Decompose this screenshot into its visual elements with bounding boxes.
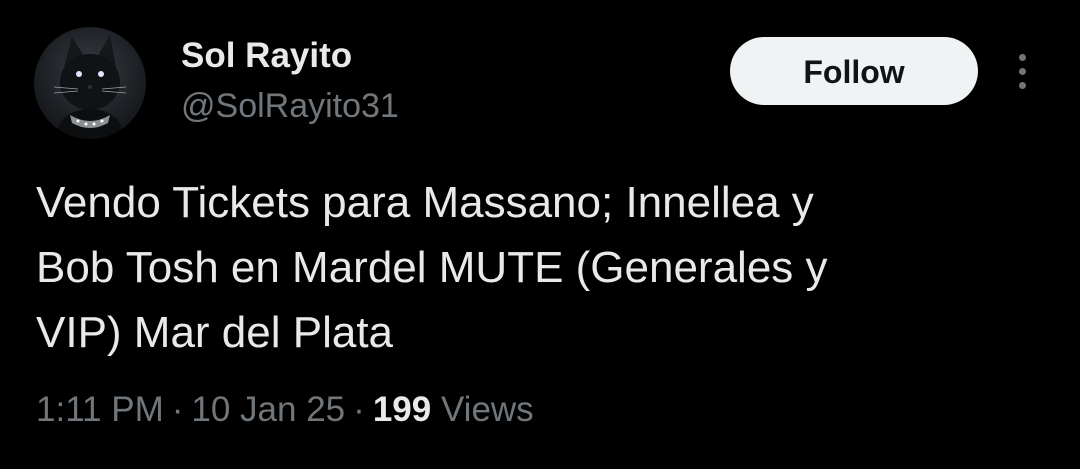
follow-button[interactable]: Follow [730,37,978,105]
author-handle[interactable]: @SolRayito31 [181,86,399,126]
tweet-time[interactable]: 1:11 PM [36,390,164,429]
avatar[interactable] [34,27,146,139]
tweet-meta: 1:11 PM · 10 Jan 25 · 199 Views [36,388,534,432]
more-options-button[interactable] [1006,50,1040,94]
tweet-card: Sol Rayito @SolRayito31 Follow Vendo Tic… [0,0,1080,469]
views-label: Views [440,390,534,429]
views-count: 199 [372,390,432,429]
more-vertical-icon-dot [1019,68,1026,75]
tweet-text: Vendo Tickets para Massano; Innellea y B… [36,178,828,357]
author-display-name[interactable]: Sol Rayito [181,36,352,76]
tweet-date[interactable]: 10 Jan 25 [191,390,345,429]
more-vertical-icon-dot [1019,82,1026,89]
meta-separator: · [353,390,365,429]
meta-separator: · [171,390,184,429]
more-vertical-icon [1019,54,1026,61]
black-cat-avatar-icon [53,35,127,139]
